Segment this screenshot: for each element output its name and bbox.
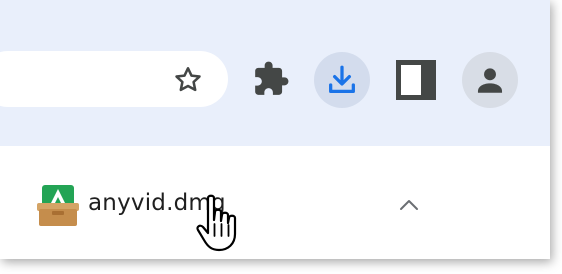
browser-window: anyvid.dmg xyxy=(0,0,550,259)
bookmark-button[interactable] xyxy=(168,62,208,98)
browser-toolbar xyxy=(0,0,550,146)
side-panel-icon xyxy=(396,60,436,100)
download-item[interactable]: anyvid.dmg xyxy=(30,176,430,236)
person-icon xyxy=(477,68,503,93)
download-icon xyxy=(329,65,355,93)
chevron-up-icon xyxy=(400,200,418,210)
profile-button[interactable] xyxy=(462,52,518,108)
download-file-name[interactable]: anyvid.dmg xyxy=(88,190,226,216)
star-outline-icon xyxy=(175,67,201,92)
dmg-package-icon xyxy=(37,185,79,226)
extensions-button[interactable] xyxy=(250,58,292,100)
download-expand-button[interactable] xyxy=(394,190,424,220)
puzzle-piece-icon xyxy=(255,61,289,95)
side-panel-button[interactable] xyxy=(392,57,440,103)
downloads-button[interactable] xyxy=(314,52,370,108)
